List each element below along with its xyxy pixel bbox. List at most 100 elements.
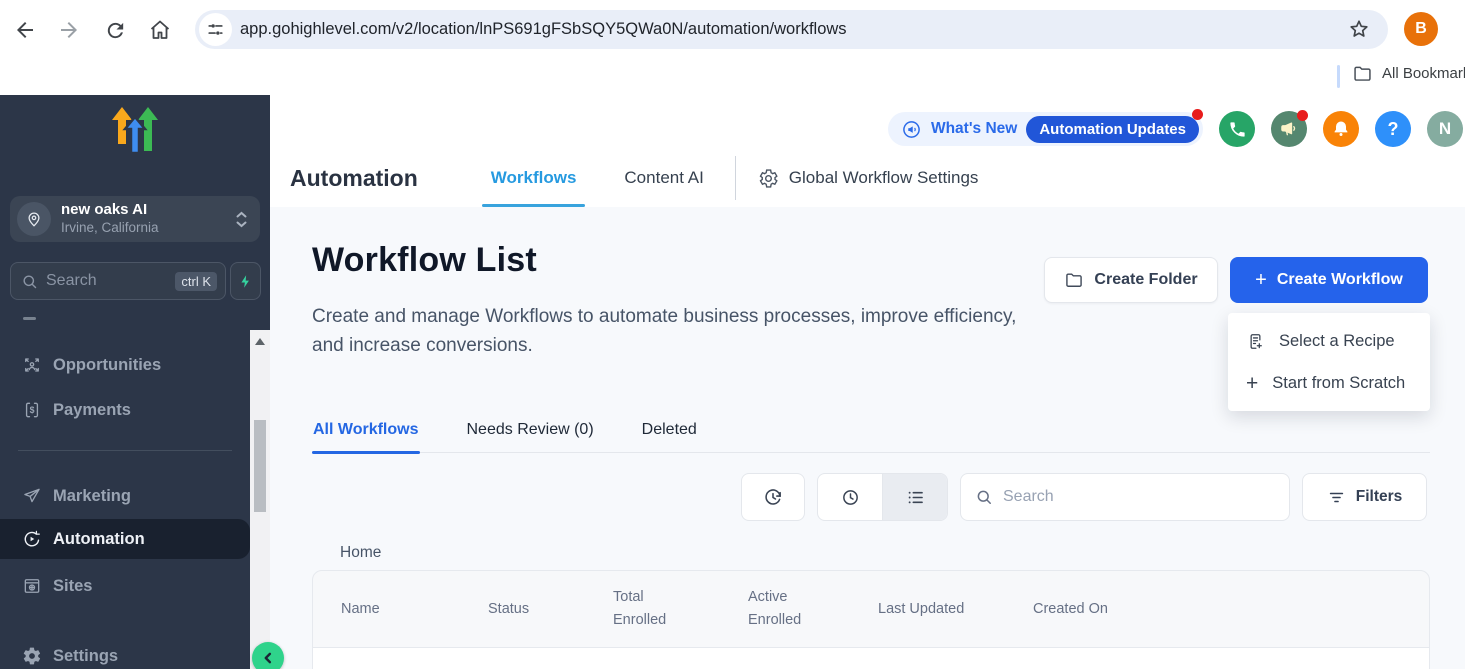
- bookmarks-bar: All Bookmarks: [0, 58, 1465, 95]
- account-name: new oaks AI: [61, 201, 159, 220]
- bookmark-star-icon[interactable]: [1346, 16, 1372, 42]
- gear-icon: [758, 168, 779, 189]
- table-row: [312, 648, 1430, 669]
- menu-item-start-from-scratch[interactable]: + Start from Scratch: [1228, 362, 1430, 404]
- filters-button[interactable]: Filters: [1302, 473, 1427, 521]
- forward-icon[interactable]: [56, 17, 82, 43]
- sidebar-item-opportunities[interactable]: Opportunities: [0, 345, 250, 385]
- workflow-list-title: Workflow List: [312, 241, 537, 280]
- scroll-up-icon[interactable]: [255, 338, 265, 345]
- sidebar-item-automation[interactable]: Automation: [0, 519, 250, 559]
- url-bar[interactable]: app.gohighlevel.com/v2/location/lnPS691g…: [195, 10, 1388, 49]
- create-workflow-dropdown: Select a Recipe + Start from Scratch: [1228, 313, 1430, 411]
- scrollbar-thumb[interactable]: [254, 420, 266, 512]
- browser-profile-avatar[interactable]: B: [1404, 12, 1438, 46]
- user-avatar[interactable]: N: [1427, 111, 1463, 147]
- sidebar-item-payments[interactable]: $ Payments: [0, 390, 250, 430]
- sidebar-collapse-button[interactable]: [252, 642, 284, 669]
- breadcrumb-home[interactable]: Home: [340, 544, 381, 562]
- whats-new-button[interactable]: What's New Automation Updates: [888, 112, 1203, 146]
- column-header-created-on: Created On: [1033, 598, 1429, 621]
- browser-toolbar: app.gohighlevel.com/v2/location/lnPS691g…: [0, 0, 1465, 58]
- sidebar-scrollbar[interactable]: [250, 330, 270, 669]
- notification-dot: [1297, 110, 1308, 121]
- keyboard-shortcut-badge: ctrl K: [175, 272, 217, 291]
- plus-icon: +: [1246, 373, 1258, 394]
- list-toolbar: Filters: [741, 473, 1427, 521]
- automation-updates-badge[interactable]: Automation Updates: [1026, 116, 1199, 143]
- announcements-button[interactable]: [1271, 111, 1307, 147]
- search-icon: [975, 488, 993, 506]
- time-view-button[interactable]: [818, 474, 883, 520]
- folder-icon: [1352, 63, 1373, 84]
- tab-deleted[interactable]: Deleted: [641, 415, 698, 452]
- tab-content-ai[interactable]: Content AI: [615, 149, 712, 207]
- phone-icon: [1228, 120, 1247, 139]
- gohighlevel-logo-icon: [104, 105, 166, 155]
- chevron-up-down-icon: [235, 211, 248, 228]
- app-frame: new oaks AI Irvine, California ctrl K Op…: [0, 95, 1465, 669]
- global-workflow-settings-link[interactable]: Global Workflow Settings: [758, 168, 979, 189]
- location-pin-icon: [17, 202, 51, 236]
- help-button[interactable]: ?: [1375, 111, 1411, 147]
- lightning-bolt-icon: [238, 273, 253, 290]
- automation-header: Automation Workflows Content AI Global W…: [290, 149, 1465, 207]
- notifications-button[interactable]: [1323, 111, 1359, 147]
- all-bookmarks-label: All Bookmarks: [1382, 65, 1465, 82]
- sidebar-search[interactable]: ctrl K: [10, 262, 226, 300]
- all-bookmarks-button[interactable]: All Bookmarks: [1352, 63, 1465, 84]
- column-header-status: Status: [488, 598, 613, 621]
- create-folder-button[interactable]: Create Folder: [1044, 257, 1218, 303]
- header-tabs: Workflows Content AI: [482, 149, 713, 207]
- sidebar-item-marketing[interactable]: Marketing: [0, 476, 250, 516]
- clock-icon: [840, 487, 861, 508]
- chevron-left-icon: [259, 649, 277, 667]
- workflow-search[interactable]: [960, 473, 1290, 521]
- page-topbar: What's New Automation Updates ? N: [270, 95, 1465, 207]
- folder-icon: [1064, 270, 1084, 290]
- home-icon[interactable]: [147, 17, 173, 43]
- tab-workflows[interactable]: Workflows: [482, 149, 586, 207]
- filter-icon: [1327, 488, 1346, 507]
- tab-all-workflows[interactable]: All Workflows: [312, 415, 420, 452]
- column-header-active-enrolled: Active Enrolled: [748, 586, 878, 632]
- url-text: app.gohighlevel.com/v2/location/lnPS691g…: [240, 20, 847, 39]
- sidebar-item-settings[interactable]: Settings: [0, 636, 250, 669]
- whats-new-label: What's New: [931, 120, 1017, 138]
- column-header-total-enrolled: Total Enrolled: [613, 586, 748, 632]
- notification-row: What's New Automation Updates ? N: [888, 111, 1463, 147]
- account-location: Irvine, California: [61, 220, 159, 237]
- bookmarks-separator: [1337, 65, 1340, 88]
- sidebar-search-input[interactable]: [46, 272, 175, 290]
- plus-icon: +: [1255, 270, 1267, 290]
- sidebar-divider: [18, 450, 232, 451]
- sites-icon: [22, 576, 42, 596]
- site-settings-icon[interactable]: [199, 13, 232, 46]
- table-header-row: Name Status Total Enrolled Active Enroll…: [312, 570, 1430, 648]
- browser-chrome: app.gohighlevel.com/v2/location/lnPS691g…: [0, 0, 1465, 95]
- automation-icon: [22, 529, 42, 549]
- enrollment-history-button[interactable]: [741, 473, 805, 521]
- column-header-name: Name: [313, 598, 488, 621]
- phone-button[interactable]: [1219, 111, 1255, 147]
- header-divider: [735, 156, 736, 200]
- account-switcher[interactable]: new oaks AI Irvine, California: [10, 196, 260, 242]
- sidebar: new oaks AI Irvine, California ctrl K Op…: [0, 95, 270, 669]
- reload-icon[interactable]: [102, 17, 128, 43]
- list-icon: [905, 487, 926, 508]
- workflow-list-description: Create and manage Workflows to automate …: [312, 302, 1022, 360]
- back-icon[interactable]: [12, 17, 38, 43]
- notification-dot: [1192, 109, 1203, 120]
- announcement-icon: [901, 119, 922, 140]
- megaphone-icon: [1279, 119, 1299, 139]
- workflow-search-input[interactable]: [1003, 488, 1275, 506]
- bell-icon: [1331, 119, 1351, 139]
- svg-text:$: $: [30, 405, 35, 415]
- sidebar-item-sites[interactable]: Sites: [0, 566, 250, 606]
- menu-item-select-recipe[interactable]: Select a Recipe: [1228, 320, 1430, 362]
- payments-icon: $: [22, 400, 42, 420]
- tab-needs-review[interactable]: Needs Review (0): [466, 415, 595, 452]
- quick-actions-button[interactable]: [230, 262, 261, 300]
- create-workflow-button[interactable]: + Create Workflow: [1230, 257, 1428, 303]
- list-view-button[interactable]: [883, 474, 947, 520]
